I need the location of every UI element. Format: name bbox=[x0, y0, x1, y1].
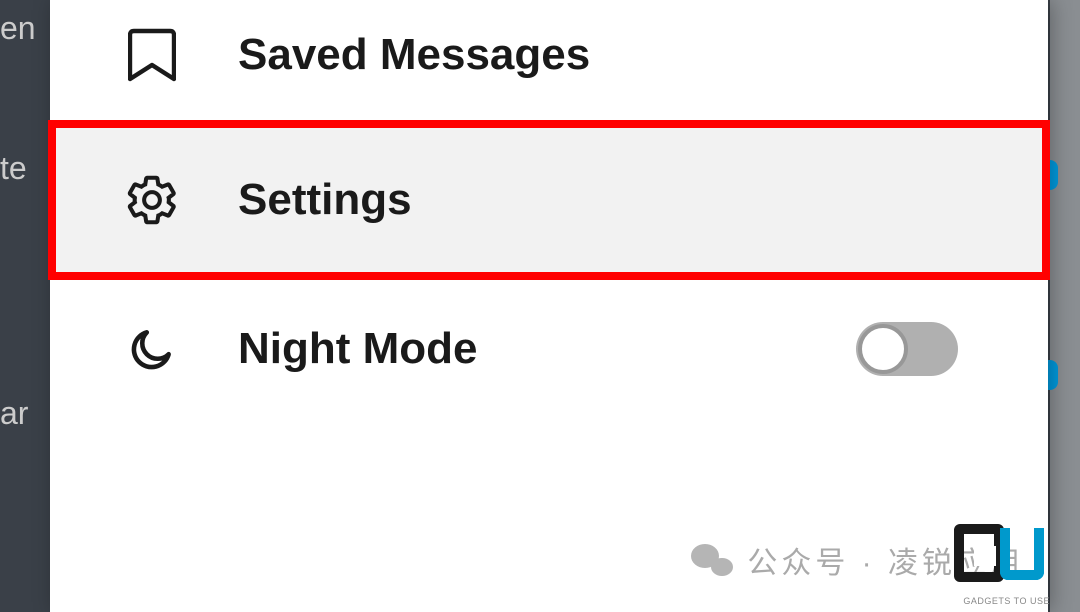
wechat-icon bbox=[691, 542, 733, 578]
logo-subtext: GADGETS TO USE bbox=[963, 596, 1050, 606]
navigation-drawer: Saved Messages Settings Night Mode bbox=[50, 0, 1048, 612]
background-chat-strip: en te ar bbox=[0, 0, 50, 612]
bg-text-fragment: en bbox=[0, 10, 36, 47]
menu-item-night-mode[interactable]: Night Mode bbox=[50, 284, 1048, 414]
bookmark-icon bbox=[124, 27, 180, 83]
gear-icon bbox=[124, 172, 180, 228]
right-edge-strip bbox=[1050, 0, 1080, 612]
menu-item-label: Night Mode bbox=[238, 324, 478, 374]
moon-icon bbox=[124, 321, 180, 377]
bg-text-fragment: ar bbox=[0, 395, 28, 432]
menu-item-saved-messages[interactable]: Saved Messages bbox=[50, 0, 1048, 120]
menu-item-label: Saved Messages bbox=[238, 30, 590, 80]
menu-item-label: Settings bbox=[238, 175, 412, 225]
night-mode-toggle[interactable] bbox=[856, 322, 958, 376]
gadgets-to-use-logo bbox=[954, 524, 1044, 594]
toggle-thumb bbox=[858, 324, 908, 374]
bg-text-fragment: te bbox=[0, 150, 27, 187]
menu-item-settings[interactable]: Settings bbox=[48, 120, 1050, 280]
